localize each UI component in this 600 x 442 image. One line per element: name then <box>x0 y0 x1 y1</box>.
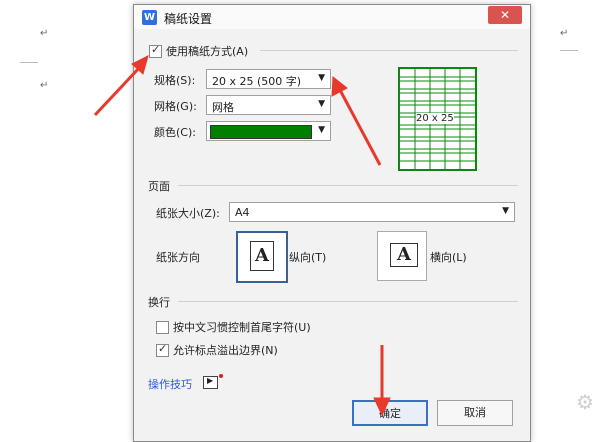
use-grid-label: 使用稿纸方式(A) <box>166 45 249 58</box>
paper-size-value: A4 <box>235 206 250 219</box>
spec-select[interactable]: 20 x 25 (500 字) ▼ <box>206 69 331 89</box>
paragraph-mark: ↵ <box>40 80 49 91</box>
portrait-option[interactable]: A <box>236 231 288 283</box>
grid-value: 网格 <box>212 101 234 114</box>
grid-preview: 20 x 25 <box>398 67 477 171</box>
landscape-option[interactable]: A <box>377 231 427 281</box>
spec-label: 规格(S): <box>154 74 196 87</box>
color-label: 颜色(C): <box>154 126 196 139</box>
check-icon: ✓ <box>158 342 168 355</box>
landscape-icon: A <box>390 243 418 267</box>
color-swatch <box>210 125 312 139</box>
chevron-down-icon: ▼ <box>318 125 325 135</box>
line-break-section-label: 换行 <box>148 296 170 309</box>
color-select[interactable]: ▼ <box>206 121 331 141</box>
close-button[interactable]: ✕ <box>488 6 522 24</box>
crop-mark <box>560 50 578 51</box>
wps-writer-icon: W <box>142 10 157 25</box>
chinese-rule-checkbox[interactable] <box>156 321 169 334</box>
video-tips-icon[interactable]: ▶ <box>203 376 218 389</box>
use-grid-checkbox[interactable]: ✓ <box>149 43 162 58</box>
play-icon: ▶ <box>207 376 214 385</box>
spec-value: 20 x 25 (500 字) <box>212 75 302 88</box>
chinese-rule-label: 按中文习惯控制首尾字符(U) <box>173 321 311 334</box>
crop-mark <box>20 62 38 63</box>
paragraph-mark: ↵ <box>40 28 49 39</box>
paragraph-mark: ↵ <box>560 28 569 39</box>
watermark-logo: ⚙ <box>576 390 594 414</box>
section-divider <box>178 301 518 302</box>
paper-size-label: 纸张大小(Z): <box>156 207 220 220</box>
overflow-label: 允许标点溢出边界(N) <box>173 344 278 357</box>
orientation-label: 纸张方向 <box>156 251 200 264</box>
paper-size-select[interactable]: A4 ▼ <box>229 202 515 222</box>
section-divider <box>178 185 518 186</box>
chevron-down-icon: ▼ <box>502 206 509 216</box>
landscape-label: 横向(L) <box>430 251 467 264</box>
portrait-icon: A <box>250 241 274 271</box>
preview-text: 20 x 25 <box>416 113 454 124</box>
section-divider <box>260 50 518 51</box>
portrait-label: 纵向(T) <box>289 251 327 264</box>
notification-dot <box>219 374 223 378</box>
chevron-down-icon: ▼ <box>318 99 325 109</box>
check-icon: ✓ <box>151 43 161 56</box>
tips-link[interactable]: 操作技巧 <box>148 376 192 392</box>
grid-label: 网格(G): <box>154 100 197 113</box>
grid-paper-dialog: W 稿纸设置 ✕ ✓ 使用稿纸方式(A) 规格(S): 20 x 25 (500… <box>133 4 531 442</box>
grid-select[interactable]: 网格 ▼ <box>206 95 331 115</box>
chevron-down-icon: ▼ <box>318 73 325 83</box>
dialog-title: 稿纸设置 <box>164 12 213 26</box>
cancel-button[interactable]: 取消 <box>437 400 513 426</box>
page-section-label: 页面 <box>148 180 170 193</box>
title-bar: W 稿纸设置 ✕ <box>134 5 530 29</box>
ok-button[interactable]: 确定 <box>352 400 428 426</box>
overflow-checkbox[interactable]: ✓ <box>156 342 169 357</box>
